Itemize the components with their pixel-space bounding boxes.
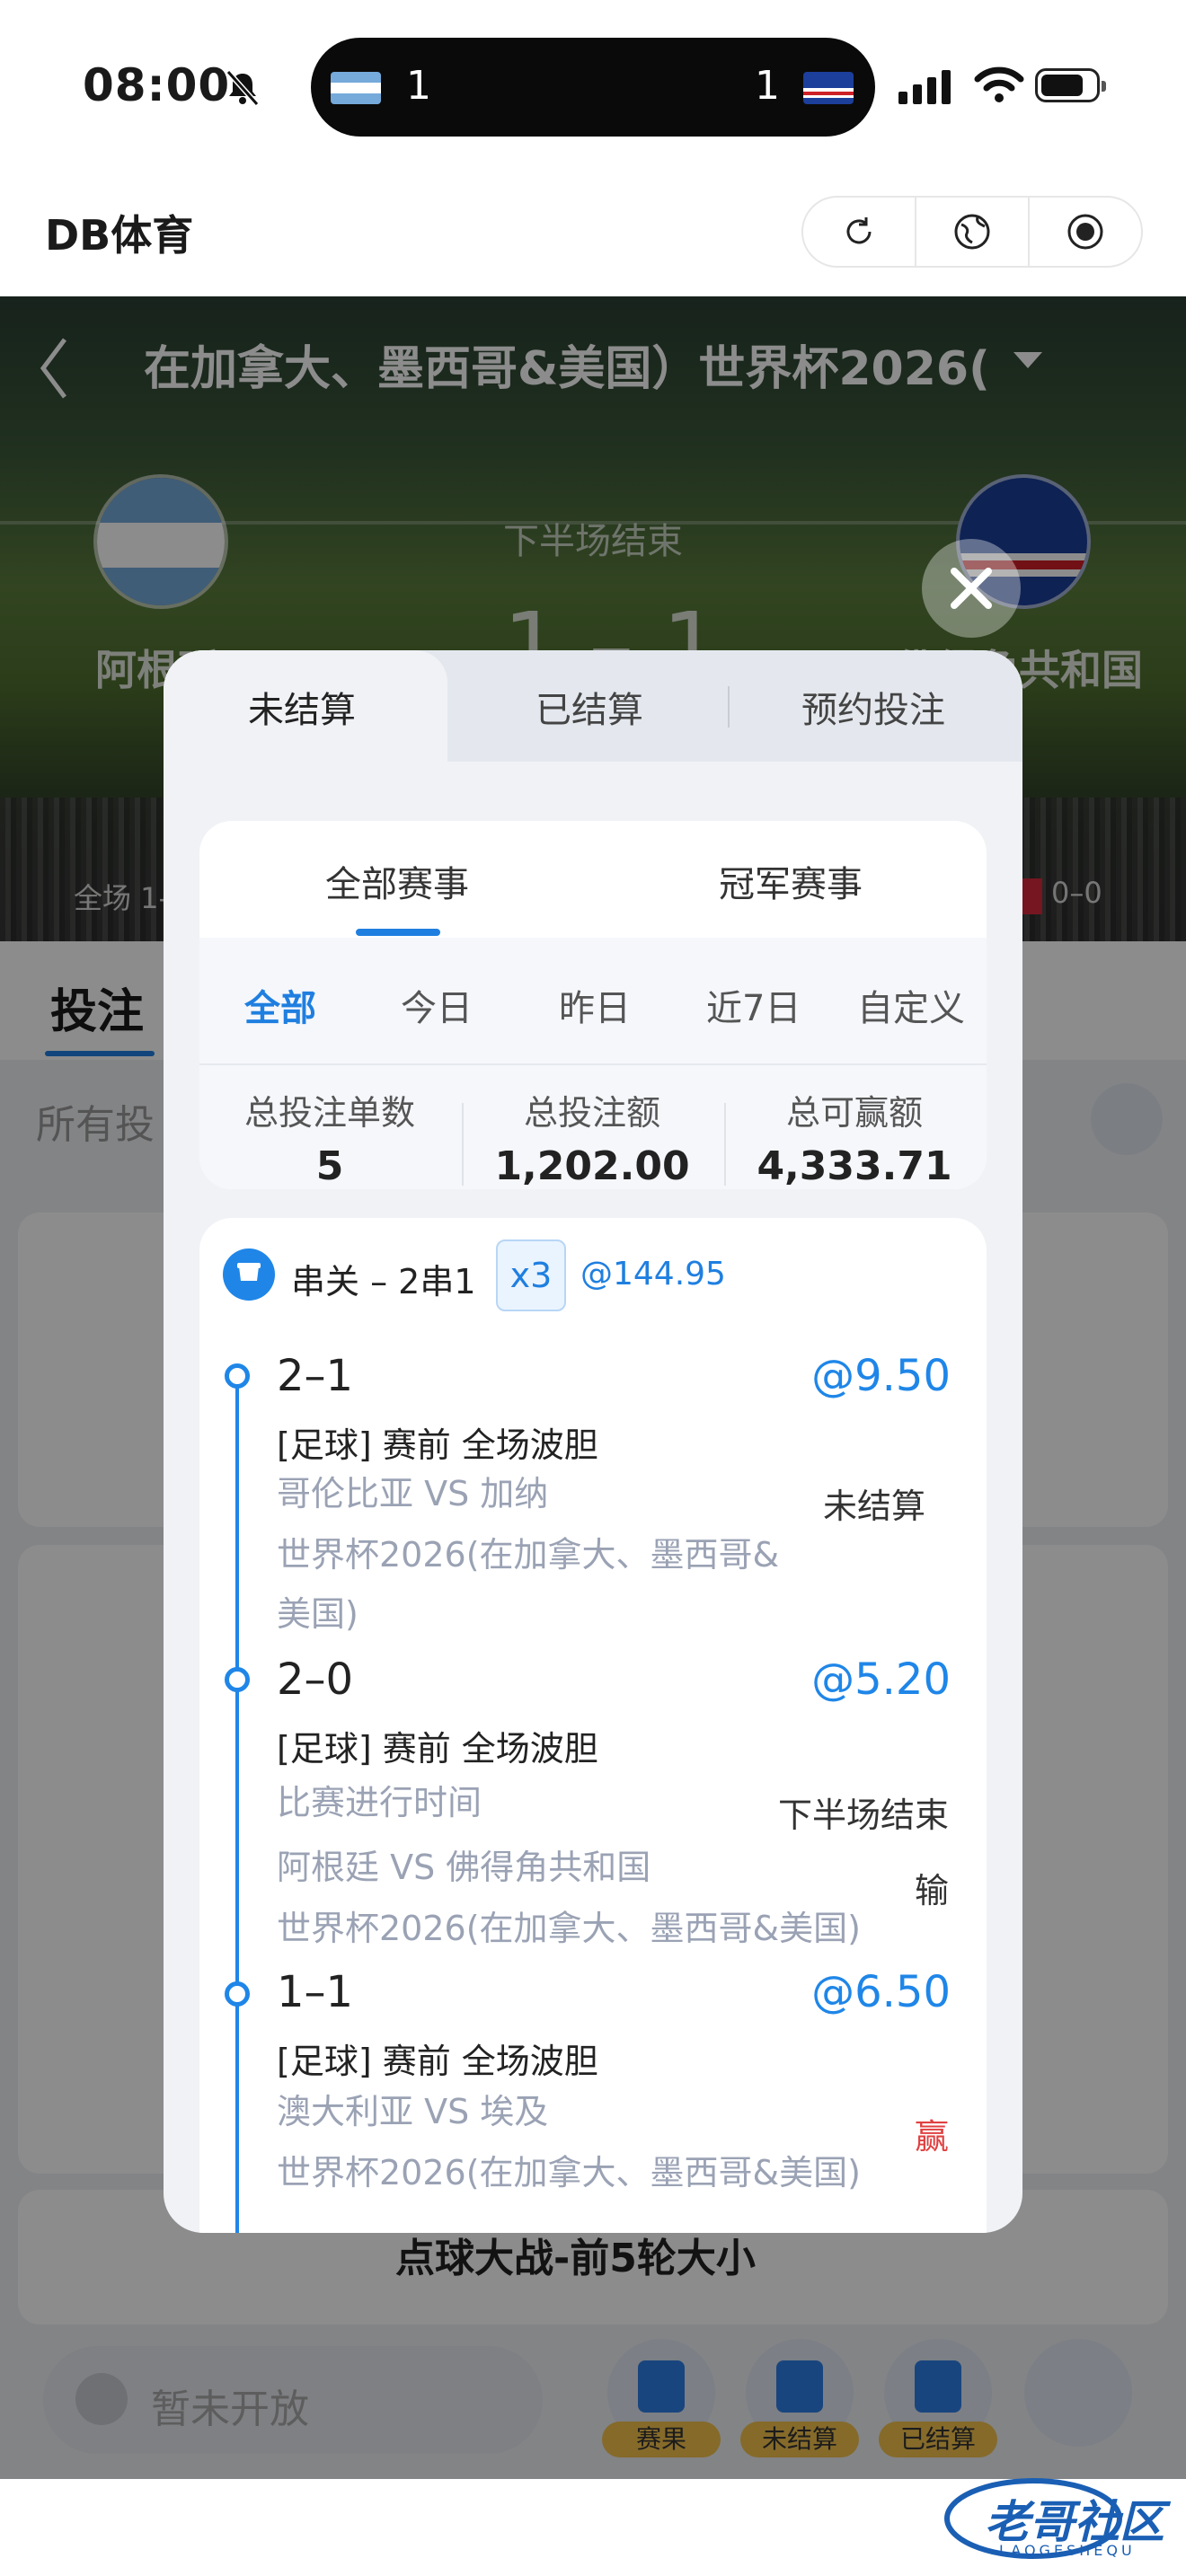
tab-unsettled[interactable]: 未结算 <box>248 681 356 733</box>
stat-total-stake: 总投注额 1,202.00 <box>494 1093 690 1189</box>
selection-odds: @6.50 <box>811 1967 951 2017</box>
close-modal-button[interactable] <box>922 539 1021 638</box>
app-title: DB体育 <box>45 211 194 260</box>
parlay-icon <box>223 1248 275 1301</box>
dynamic-island[interactable]: 1 1 <box>311 38 875 137</box>
bet-total-odds: @144.95 <box>580 1256 726 1292</box>
header-actions <box>801 196 1143 268</box>
status-time: 08:00 <box>83 59 231 111</box>
signal-icon <box>898 70 951 104</box>
selection-result-lose: 输 <box>914 1871 949 1910</box>
selection-match: 阿根廷 VS 佛得角共和国 <box>277 1848 651 1887</box>
selection-league-cont: 美国) <box>277 1594 358 1634</box>
modal-tab-bar: 未结算 已结算 预约投注 <box>164 650 1022 776</box>
date-filter-7days[interactable]: 近7日 <box>706 979 801 1031</box>
argentina-flag-icon <box>331 72 381 104</box>
timeline-dot <box>225 1981 250 2007</box>
stat-total-winnable: 总可赢额 4,333.71 <box>757 1093 952 1189</box>
cape-verde-flag-icon <box>803 72 854 104</box>
bell-muted-icon <box>226 70 260 106</box>
selection-match: 澳大利亚 VS 埃及 <box>277 2092 549 2131</box>
tab-reserved[interactable]: 预约投注 <box>801 681 945 733</box>
bet-type: 串关 – 2串1 <box>291 1262 476 1301</box>
island-home-score: 1 <box>406 63 431 109</box>
bet-multiplier: x3 <box>496 1239 566 1311</box>
island-away-score: 1 <box>755 63 780 109</box>
selection-result-win: 赢 <box>914 2117 949 2157</box>
selection-league: 世界杯2026(在加拿大、墨西哥& <box>277 1535 780 1575</box>
selection-time-label: 比赛进行时间 <box>277 1783 482 1822</box>
selection-league: 世界杯2026(在加拿大、墨西哥&美国) <box>277 2153 861 2192</box>
selection-score: 2–1 <box>277 1351 354 1401</box>
globe-button[interactable] <box>916 198 1030 266</box>
selection-market: [足球] 赛前 全场波胆 <box>277 1425 598 1465</box>
globe-icon <box>954 214 990 250</box>
status-bar: 08:00 1 1 <box>0 0 1186 171</box>
selection-time-value: 下半场结束 <box>777 1795 949 1835</box>
refresh-icon <box>846 217 872 244</box>
parlay-bet-card: 串关 – 2串1 x3 @144.95 2–1 @9.50 [足球] 赛前 全场… <box>199 1218 987 2233</box>
date-filter-all[interactable]: 全部 <box>244 979 316 1031</box>
selection-status: 未结算 <box>822 1486 925 1526</box>
close-icon <box>951 568 992 609</box>
selection-score: 2–0 <box>277 1654 354 1705</box>
date-filter-today[interactable]: 今日 <box>401 979 473 1031</box>
record-icon <box>1067 214 1103 250</box>
selection-odds: @5.20 <box>811 1654 951 1705</box>
timeline-dot <box>225 1363 250 1389</box>
refresh-button[interactable] <box>803 198 916 266</box>
watermark-subtext: LAOGESHEQU <box>999 2542 1136 2559</box>
selection-market: [足球] 赛前 全场波胆 <box>277 1729 598 1769</box>
filter-card: 全部赛事 冠军赛事 全部 今日 昨日 近7日 自定义 总投注单数 5 总投注额 … <box>199 821 987 1189</box>
selection-league: 世界杯2026(在加拿大、墨西哥&美国) <box>277 1909 861 1948</box>
battery-icon <box>1035 68 1106 102</box>
bet-record-modal: 未结算 已结算 预约投注 全部赛事 冠军赛事 全部 今日 昨日 近7日 自定义 … <box>164 650 1022 2233</box>
app-header: DB体育 <box>0 171 1186 296</box>
stat-total-bets: 总投注单数 5 <box>243 1093 415 1189</box>
tab-settled[interactable]: 已结算 <box>535 681 643 733</box>
timeline-dot <box>225 1667 250 1692</box>
wifi-icon <box>974 66 1024 102</box>
record-button[interactable] <box>1030 198 1141 266</box>
selection-score: 1–1 <box>277 1967 354 2017</box>
selection-timeline <box>235 1380 239 2233</box>
selection-market: [足球] 赛前 全场波胆 <box>277 2042 598 2081</box>
tab-champion-events[interactable]: 冠军赛事 <box>719 855 863 907</box>
tab-all-events[interactable]: 全部赛事 <box>325 855 469 907</box>
date-filter-yesterday[interactable]: 昨日 <box>559 979 631 1031</box>
date-filter-custom[interactable]: 自定义 <box>857 979 965 1031</box>
selection-match: 哥伦比亚 VS 加纳 <box>277 1474 549 1513</box>
selection-odds: @9.50 <box>811 1351 951 1401</box>
